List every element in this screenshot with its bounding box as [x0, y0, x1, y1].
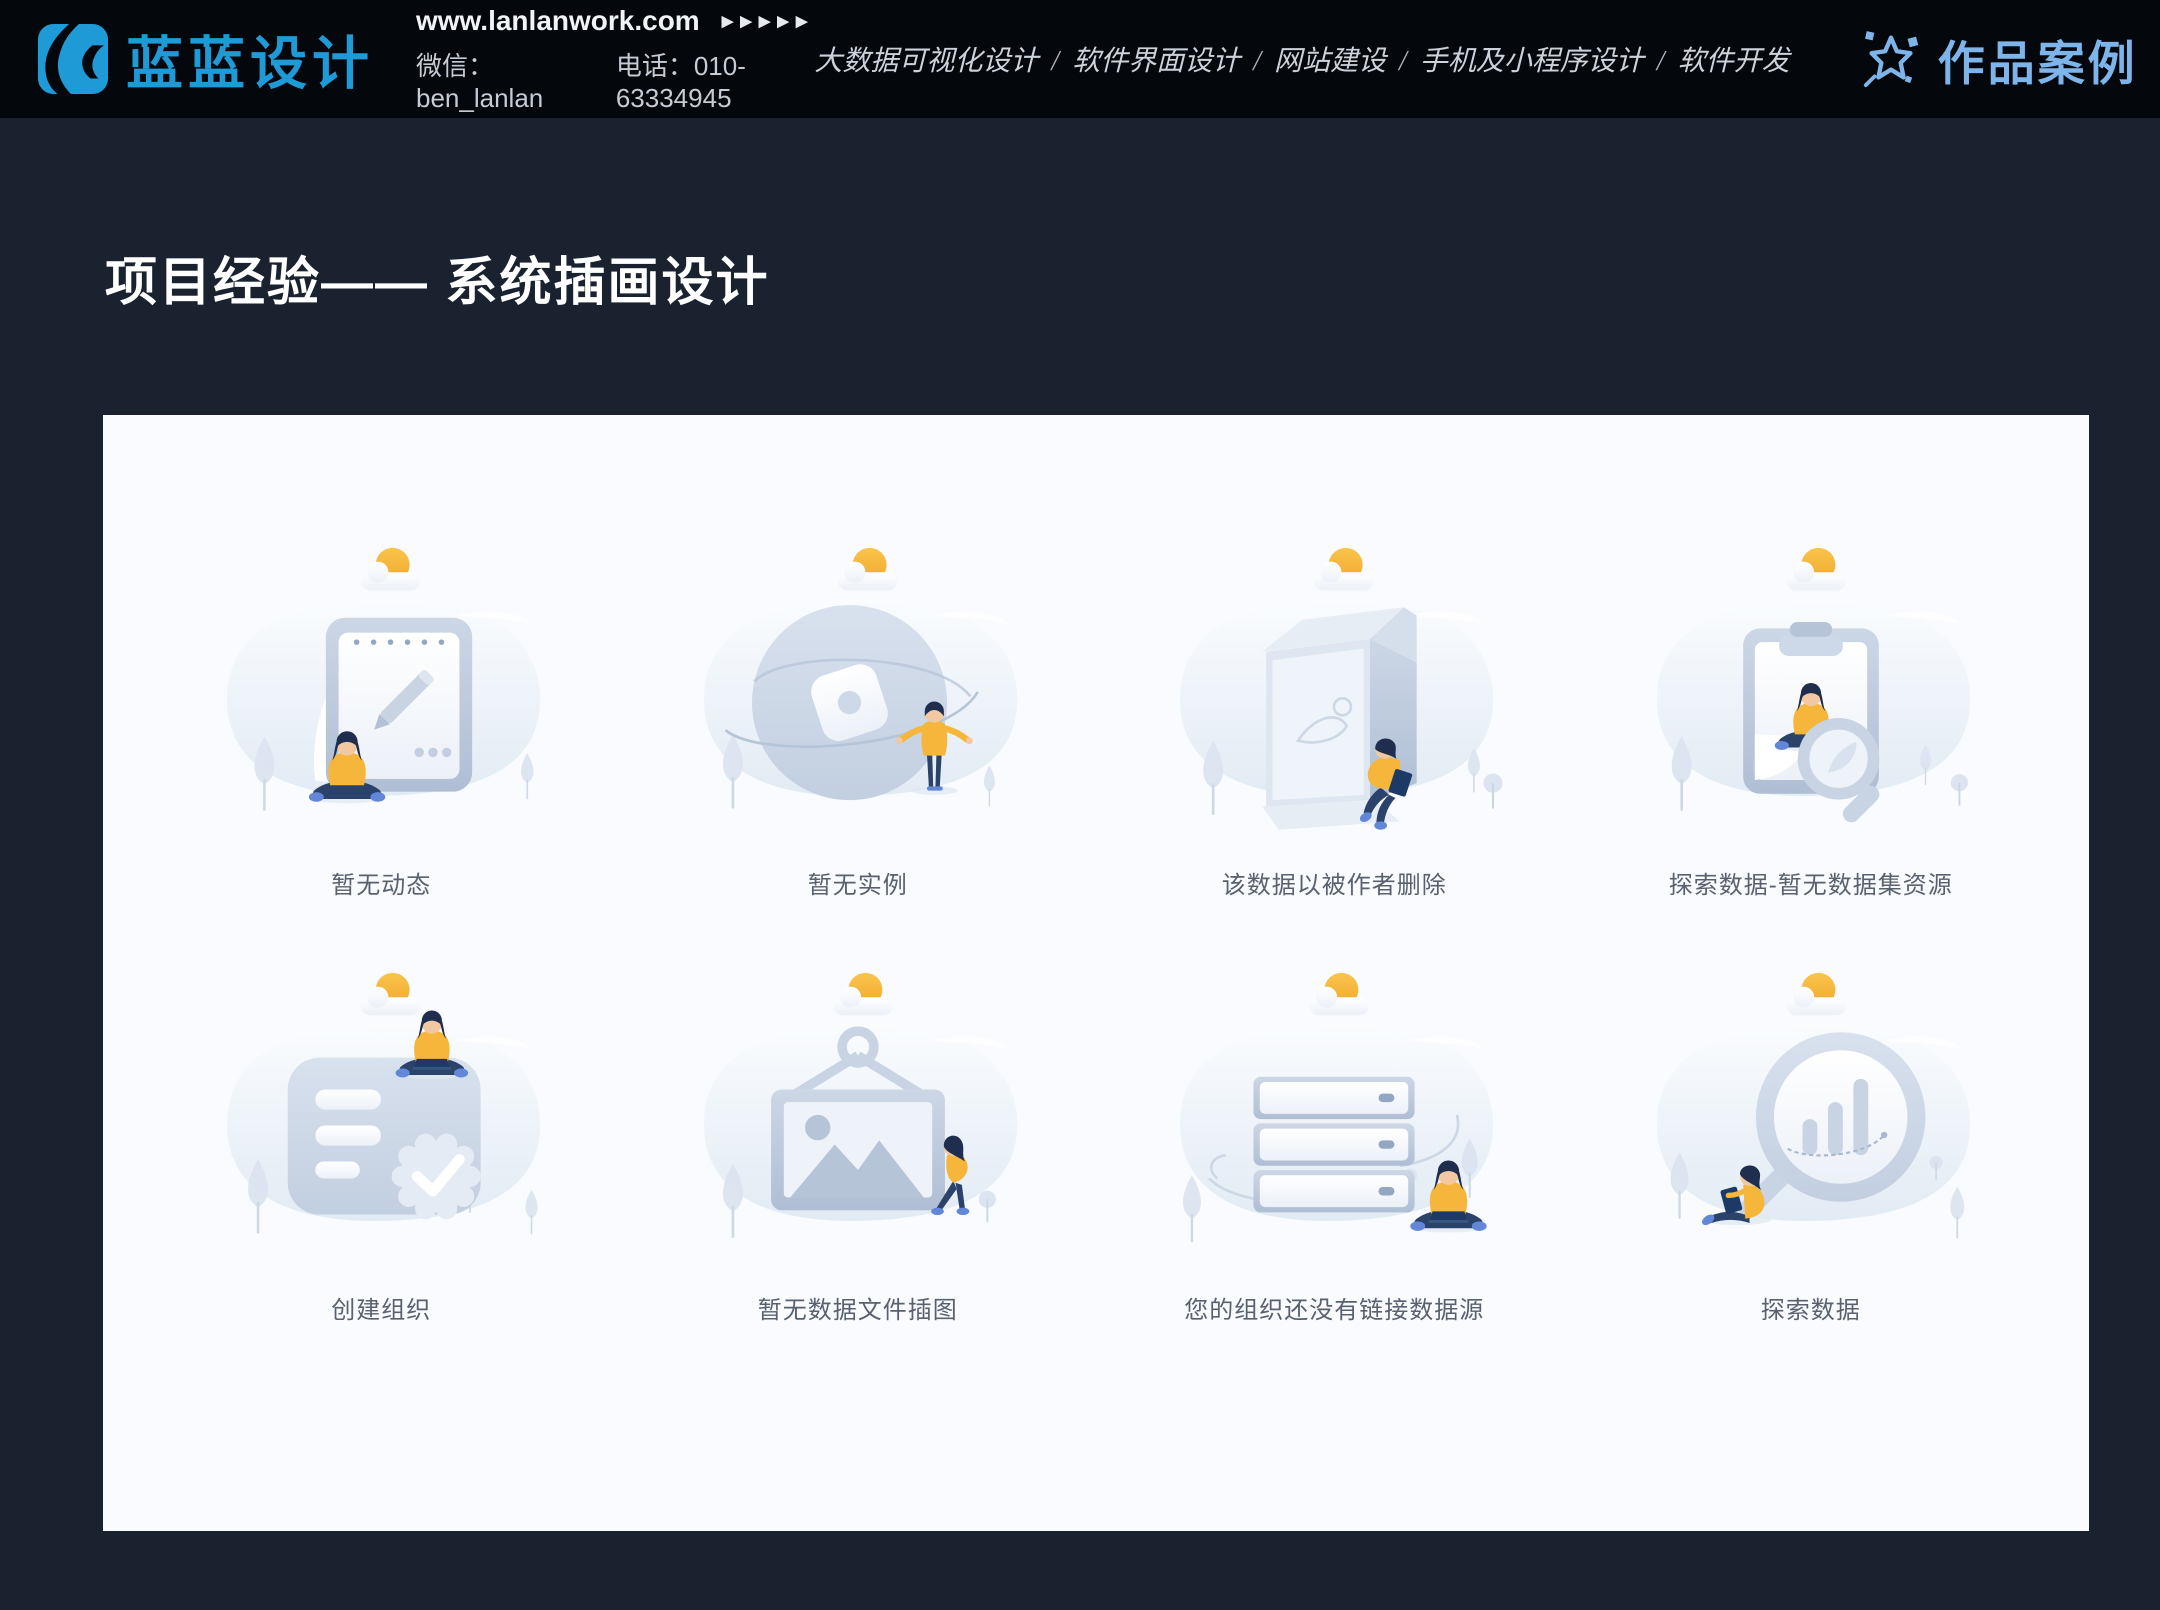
illustration-caption: 该数据以被作者删除: [1143, 865, 1525, 900]
illustration-caption: 探索数据-暂无数据集资源: [1620, 865, 2002, 900]
portfolio-cases-link[interactable]: 作品案例: [1860, 25, 2138, 94]
illustration-card: 您的组织还没有链接数据源: [1143, 958, 1525, 1325]
compass-disc-illustration: [667, 533, 1049, 851]
open-box-illustration: [1143, 533, 1525, 851]
brand-name: 蓝蓝设计: [126, 18, 374, 100]
phone-contact: 电话：010-63334945: [616, 46, 815, 114]
illustration-grid: 暂无动态 暂无实例 该数据以被作者删除 探索数据-暂无数据集资源 创建组织 暂无…: [103, 415, 2089, 1325]
picture-frame-illustration: [667, 958, 1049, 1276]
illustration-card: 暂无实例: [667, 533, 1049, 900]
illustration-card: 创建组织: [190, 958, 572, 1325]
illustration-caption: 创建组织: [190, 1290, 572, 1325]
illustration-caption: 暂无数据文件插图: [667, 1290, 1049, 1325]
illustration-caption: 暂无实例: [667, 865, 1049, 900]
magic-star-icon: [1860, 28, 1922, 90]
org-card-check-illustration: [190, 958, 572, 1276]
header-nav: 大数据可视化设计 / 软件界面设计 / 网站建设 / 手机及小程序设计 / 软件开发: [814, 39, 1789, 79]
nav-separator: /: [1253, 46, 1261, 77]
illustration-board: 暂无动态 暂无实例 该数据以被作者删除 探索数据-暂无数据集资源 创建组织 暂无…: [103, 415, 2089, 1531]
nav-item[interactable]: 大数据可视化设计: [814, 46, 1038, 77]
cases-label: 作品案例: [1938, 25, 2138, 94]
contact-block: www.lanlanwork.com ▶▶▶▶▶ 微信：ben_lanlan 电…: [416, 5, 814, 114]
nav-item[interactable]: 网站建设: [1274, 46, 1386, 77]
notepad-pencil-illustration: [190, 533, 572, 851]
wechat-contact: 微信：ben_lanlan: [416, 46, 582, 114]
nav-item[interactable]: 软件界面设计: [1072, 46, 1240, 77]
nav-separator: /: [1657, 46, 1665, 77]
illustration-card: 探索数据: [1620, 958, 2002, 1325]
brand[interactable]: 蓝蓝设计: [36, 18, 374, 100]
illustration-caption: 您的组织还没有链接数据源: [1143, 1290, 1525, 1325]
page: 蓝蓝设计 www.lanlanwork.com ▶▶▶▶▶ 微信：ben_lan…: [0, 0, 2160, 1610]
illustration-card: 该数据以被作者删除: [1143, 533, 1525, 900]
illustration-card: 暂无数据文件插图: [667, 958, 1049, 1325]
arrows-decoration: ▶▶▶▶▶: [722, 12, 815, 30]
illustration-card: 探索数据-暂无数据集资源: [1620, 533, 2002, 900]
header: 蓝蓝设计 www.lanlanwork.com ▶▶▶▶▶ 微信：ben_lan…: [0, 0, 2160, 118]
illustration-caption: 暂无动态: [190, 865, 572, 900]
lanlan-logo-icon: [36, 22, 110, 96]
server-stack-illustration: [1143, 958, 1525, 1276]
nav-item[interactable]: 手机及小程序设计: [1420, 46, 1644, 77]
page-title: 项目经验—— 系统插画设计: [105, 240, 769, 315]
site-url: www.lanlanwork.com: [416, 5, 700, 37]
nav-item[interactable]: 软件开发: [1678, 46, 1790, 77]
chart-magnifier-illustration: [1620, 958, 2002, 1276]
nav-separator: /: [1399, 46, 1407, 77]
nav-separator: /: [1051, 46, 1059, 77]
illustration-caption: 探索数据: [1620, 1290, 2002, 1325]
clipboard-search-illustration: [1620, 533, 2002, 851]
illustration-card: 暂无动态: [190, 533, 572, 900]
